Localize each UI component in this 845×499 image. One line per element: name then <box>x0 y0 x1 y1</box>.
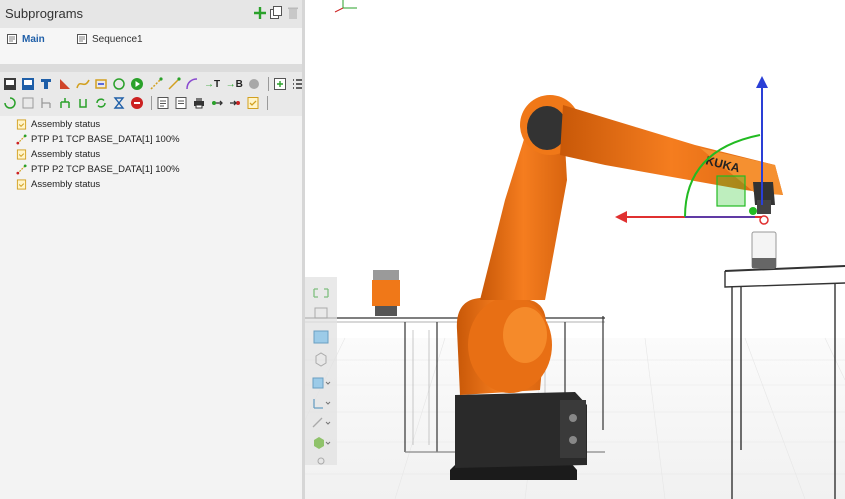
toolbar-separator <box>266 96 268 110</box>
input-icon[interactable] <box>227 95 243 111</box>
circ-icon[interactable] <box>184 76 200 92</box>
view-dropdown-icon[interactable] <box>310 375 332 391</box>
3d-viewport[interactable]: KUKA <box>305 0 845 499</box>
add-icon[interactable] <box>252 5 268 21</box>
repeat-icon[interactable] <box>93 95 109 111</box>
tab-sequence1[interactable]: Sequence1 <box>76 31 143 47</box>
program-line[interactable]: PTP P1 TCP BASE_DATA[1] 100% <box>16 132 180 147</box>
tab-main[interactable]: Main <box>6 31 45 47</box>
program-line[interactable]: PTP P2 TCP BASE_DATA[1] 100% <box>16 162 180 177</box>
lin-icon[interactable] <box>166 76 182 92</box>
ptp-motion-icon <box>16 164 27 175</box>
save-program-icon[interactable] <box>2 76 18 92</box>
spline-icon[interactable] <box>75 76 91 92</box>
settings-icon[interactable] <box>310 453 332 469</box>
tool-t-button[interactable]: → T <box>202 76 222 92</box>
program-line[interactable]: Assembly status <box>16 147 100 162</box>
toolbar-separator <box>267 77 269 91</box>
base-b-button[interactable]: → B <box>224 76 244 92</box>
while-icon[interactable] <box>75 95 91 111</box>
program-icon <box>77 34 87 44</box>
wait-icon[interactable] <box>111 95 127 111</box>
fit-view-icon[interactable] <box>310 285 332 301</box>
output-icon[interactable] <box>209 95 225 111</box>
delete-icon[interactable] <box>285 5 301 21</box>
assembly-status-icon[interactable] <box>245 95 261 111</box>
frame-icon[interactable] <box>93 76 109 92</box>
triangle-ruler-icon[interactable] <box>57 76 73 92</box>
subprogram-tabs: Main Sequence1 <box>0 28 302 64</box>
toolbar-row-2 <box>2 95 271 111</box>
copy-icon[interactable] <box>268 5 284 21</box>
play-icon[interactable] <box>129 76 145 92</box>
program-editor: Assembly status PTP P1 TCP BASE_DATA[1] … <box>0 116 302 499</box>
stop-icon[interactable] <box>246 76 262 92</box>
panel-splitter[interactable] <box>0 64 302 72</box>
display-mode-icon[interactable] <box>310 435 332 451</box>
program-line[interactable]: Assembly status <box>16 117 100 132</box>
subprograms-header: Subprograms <box>0 0 302 28</box>
switch-icon[interactable] <box>57 95 73 111</box>
ptp-motion-icon <box>16 134 27 145</box>
toolbar-separator <box>150 96 152 110</box>
ptp-icon[interactable] <box>148 76 164 92</box>
program-line[interactable]: Assembly status <box>16 177 100 192</box>
iso-view-icon[interactable] <box>310 351 332 367</box>
load-program-icon[interactable] <box>20 76 36 92</box>
toolbar-row-1: → T → B <box>2 76 308 92</box>
front-view-icon[interactable] <box>310 329 332 345</box>
measure-dropdown-icon[interactable] <box>310 415 332 431</box>
viewport-toolbar <box>305 277 337 465</box>
block-icon[interactable] <box>20 95 36 111</box>
robot-base <box>450 392 587 480</box>
comment-icon[interactable] <box>155 95 171 111</box>
loop-icon[interactable] <box>2 95 18 111</box>
jog-icon[interactable] <box>111 76 127 92</box>
tab-main-label: Main <box>22 33 45 45</box>
halt-icon[interactable] <box>129 95 145 111</box>
program-icon <box>7 34 17 44</box>
assembly-status-icon <box>16 149 27 160</box>
insert-icon[interactable] <box>272 76 288 92</box>
left-panel: Subprograms Main Sequence1 → T → B Assem… <box>0 0 303 499</box>
document-icon[interactable] <box>173 95 189 111</box>
robot-icon[interactable] <box>38 76 54 92</box>
zoom-window-icon[interactable] <box>310 305 332 321</box>
subprograms-title: Subprograms <box>5 6 84 21</box>
stack-light <box>372 270 400 316</box>
assembly-status-icon <box>16 179 27 190</box>
workpiece <box>751 231 777 269</box>
tab-sequence1-label: Sequence1 <box>92 33 143 45</box>
coordinate-system-icon[interactable] <box>310 395 332 411</box>
if-icon[interactable] <box>38 95 54 111</box>
assembly-status-icon <box>16 119 27 130</box>
command-toolbar: → T → B <box>0 72 303 116</box>
print-icon[interactable] <box>191 95 207 111</box>
